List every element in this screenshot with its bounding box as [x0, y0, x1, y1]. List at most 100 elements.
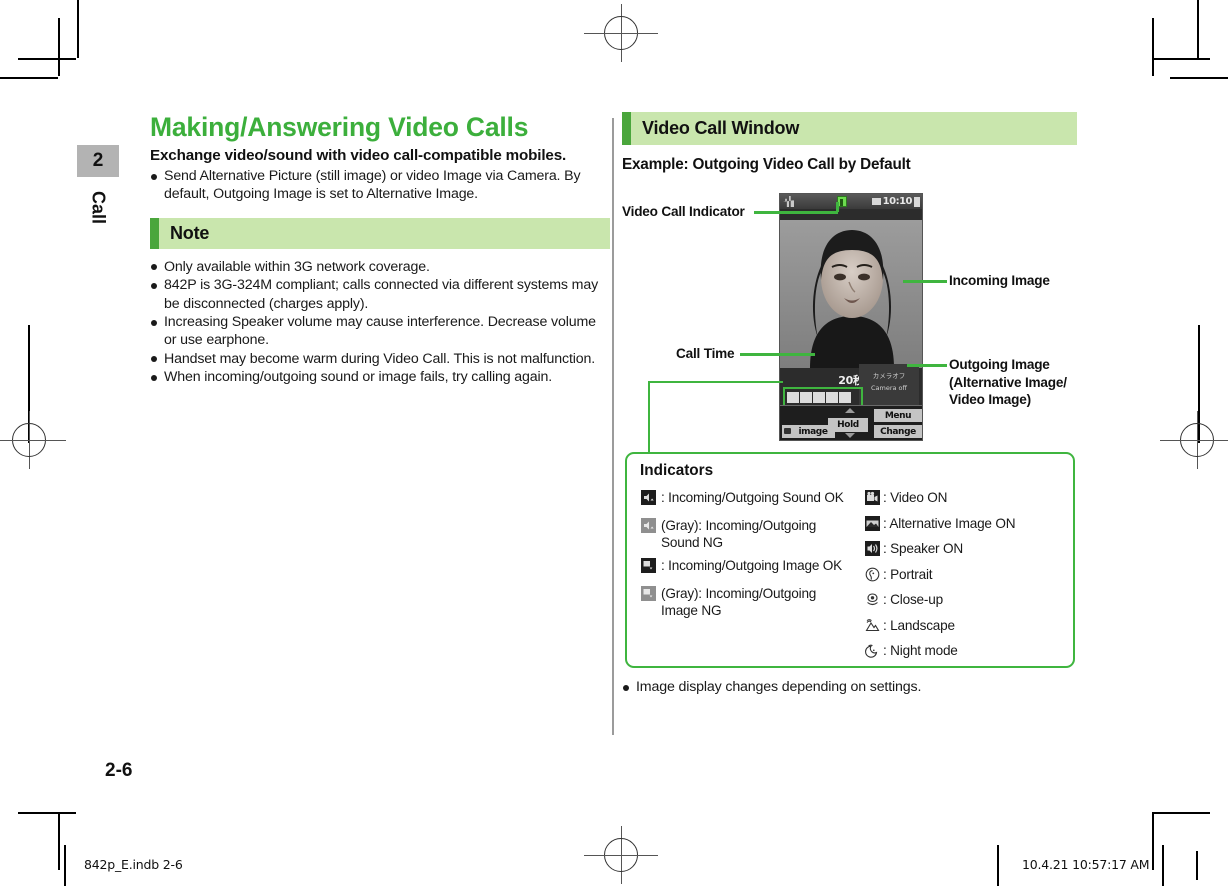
- leader-line-call-time: [740, 353, 815, 356]
- list-item-label: : Landscape: [883, 617, 955, 633]
- manual-page: 2 Call Making/Answering Video Calls Exch…: [0, 0, 1228, 886]
- indicators-panel: Indicators : Incoming/Outgoing Sound OK …: [625, 452, 1075, 668]
- after-note-bullet-list: Image display changes depending on setti…: [622, 678, 1072, 697]
- print-file-info: 842p_E.indb 2-6: [84, 857, 183, 872]
- crop-mark-tr-h2: [1170, 77, 1228, 79]
- page-title: Making/Answering Video Calls: [150, 112, 529, 142]
- section-accent-bar: [622, 112, 631, 145]
- list-item: : Speaker ON: [865, 540, 1065, 561]
- video-call-window-section-header: Video Call Window: [622, 112, 1077, 145]
- crop-mark-br-h: [1152, 812, 1210, 814]
- example-subheading: Example: Outgoing Video Call by Default: [622, 156, 911, 173]
- list-item: : Portrait: [865, 566, 1065, 587]
- crop-mark-tr-v: [1152, 18, 1154, 76]
- print-timestamp: 10.4.21 10:57:17 AM: [1022, 857, 1150, 872]
- nav-up-icon: [845, 408, 855, 413]
- callout-outgoing-line2: (Alternative Image/: [949, 374, 1067, 390]
- list-item: Image display changes depending on setti…: [622, 678, 1072, 696]
- list-item: Send Alternative Picture (still image) o…: [150, 167, 610, 204]
- indicators-heading: Indicators: [640, 462, 714, 479]
- image-ok-icon: [641, 558, 656, 578]
- page-number: 2-6: [105, 760, 133, 781]
- list-item-label: (Gray): Incoming/Outgoing Sound NG: [661, 517, 817, 550]
- outgoing-image-camera-off-box: カメラオフ Camera off: [859, 364, 919, 410]
- list-item: : Night mode: [865, 642, 1065, 663]
- night-mode-icon: [865, 643, 880, 663]
- indicators-left-column: : Incoming/Outgoing Sound OK (Gray): Inc…: [641, 489, 851, 625]
- list-item: Only available within 3G network coverag…: [150, 258, 610, 276]
- portrait-icon: [865, 567, 880, 587]
- section-accent-bar: [150, 217, 159, 249]
- printbar-rule-right2: [1162, 845, 1164, 886]
- callout-outgoing-line1: Outgoing Image: [949, 357, 1050, 372]
- memory-icon: [914, 196, 920, 207]
- printbar-rule-left: [64, 845, 66, 886]
- callout-outgoing-line3: Video Image): [949, 392, 1031, 407]
- note-bullet-list: Only available within 3G network coverag…: [150, 258, 610, 387]
- list-item-label: : Speaker ON: [883, 541, 963, 556]
- sound-ng-icon: [641, 517, 656, 538]
- registration-mark-left: [0, 411, 66, 469]
- callout-incoming-image: Incoming Image: [949, 273, 1050, 288]
- phone-softkey-bar: image Hold Menu Change: [780, 405, 922, 440]
- landscape-icon: [865, 618, 880, 638]
- portrait-photo-svg: [780, 220, 922, 368]
- speaker-on-icon: [865, 541, 880, 561]
- video-on-icon: [865, 490, 880, 510]
- nav-down-icon: [845, 433, 855, 438]
- callout-video-call-indicator: Video Call Indicator: [622, 204, 745, 219]
- lead-paragraph: Exchange video/sound with video call-com…: [150, 147, 567, 164]
- printbar-rule-right3: [1196, 851, 1198, 880]
- leader-line-incoming-image: [903, 280, 947, 283]
- printbar-rule-right1: [997, 845, 999, 886]
- list-item: : Video ON: [865, 489, 1065, 510]
- status-right-group: 10:10: [871, 194, 920, 209]
- camera-off-label-jp: カメラオフ: [872, 372, 906, 380]
- battery-icon: [871, 198, 881, 205]
- intro-bullet-list: Send Alternative Picture (still image) o…: [150, 167, 610, 204]
- camera-off-label-en: Camera off: [870, 384, 908, 392]
- note-heading: Note: [170, 222, 210, 243]
- list-item: : Incoming/Outgoing Sound OK: [641, 489, 851, 510]
- list-item-label: : Portrait: [883, 566, 933, 582]
- registration-mark-top: [584, 4, 658, 62]
- leader-elbow-indicators: [648, 381, 783, 453]
- list-item-label: : Night mode: [883, 643, 958, 658]
- list-item: When incoming/outgoing sound or image fa…: [150, 368, 610, 386]
- phone-status-bar: 10:10: [780, 194, 922, 209]
- callout-outgoing-image: Outgoing Image (Alternative Image/ Video…: [949, 356, 1067, 409]
- list-item: (Gray): Incoming/Outgoing Image NG: [641, 585, 851, 619]
- registration-mark-right: [1160, 411, 1228, 469]
- crop-mark-tl-v: [58, 18, 60, 76]
- list-item: : Landscape: [865, 617, 1065, 638]
- list-item: Increasing Speaker volume may cause inte…: [150, 313, 610, 350]
- leader-line-video-indicator-v: [836, 202, 839, 212]
- column-divider: [612, 118, 614, 735]
- list-item: : Incoming/Outgoing Image OK: [641, 557, 851, 578]
- softkey-change[interactable]: Change: [874, 425, 922, 438]
- crop-mark-tl-h: [18, 58, 76, 60]
- list-item: (Gray): Incoming/Outgoing Sound NG: [641, 517, 851, 551]
- left-column: Making/Answering Video Calls Exchange vi…: [150, 112, 610, 387]
- leader-line-video-indicator-h: [754, 211, 838, 214]
- callout-call-time: Call Time: [676, 346, 735, 361]
- softkey-menu[interactable]: Menu: [874, 409, 922, 422]
- softkey-hold[interactable]: Hold: [828, 418, 868, 432]
- print-info-bar: 842p_E.indb 2-6 10.4.21 10:57:17 AM: [0, 845, 1228, 886]
- close-up-icon: [865, 592, 880, 612]
- image-ng-icon: [641, 585, 656, 606]
- leader-line-outgoing-image: [907, 364, 947, 367]
- alternative-image-on-icon: [865, 515, 880, 536]
- note-section-header: Note: [150, 217, 610, 249]
- indicators-right-column: : Video ON : Alternative Image ON : Spea…: [865, 489, 1065, 668]
- list-item-label: (Gray): Incoming/Outgoing Image NG: [661, 585, 817, 618]
- list-item-label: : Incoming/Outgoing Sound OK: [661, 490, 844, 505]
- incoming-image-photo: [780, 220, 922, 368]
- section-heading: Video Call Window: [642, 118, 800, 138]
- chapter-name-label: Call: [88, 191, 109, 225]
- crop-mark-tr-h: [1152, 58, 1210, 60]
- phone-screen-mockup: 10:10 20秒 カメラオフ Camera off image Hold Me…: [779, 193, 923, 441]
- video-call-indicator-icon: [837, 196, 847, 207]
- sound-ok-icon: [641, 490, 656, 510]
- list-item-label: : Video ON: [883, 490, 948, 505]
